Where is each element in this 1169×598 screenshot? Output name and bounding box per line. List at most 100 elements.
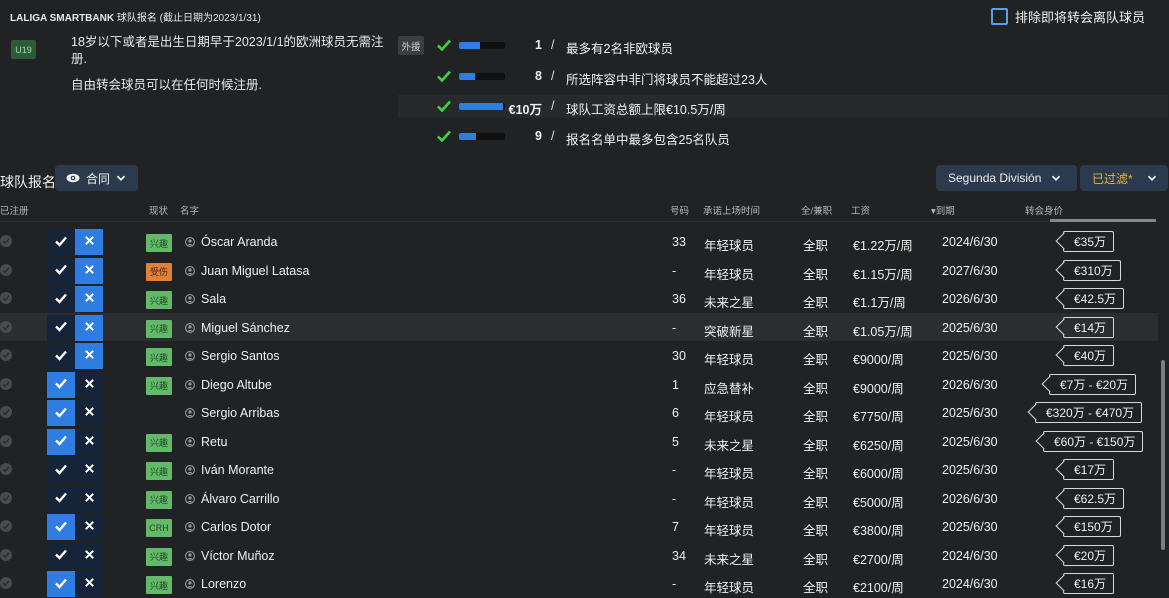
exclude-checkbox[interactable] bbox=[991, 7, 1008, 25]
register-button[interactable] bbox=[47, 314, 75, 341]
table-row[interactable]: 兴趣 Sergio Santos 30 年轻球员 全职 €9000/周 2025/6/30 €… bbox=[0, 341, 1158, 369]
column-header-expiry[interactable]: ▾到期 bbox=[931, 203, 955, 217]
table-row[interactable]: 兴趣 Lorenzo - 年轻球员 全职 €2100/周 2024/6/30 €16万 bbox=[0, 569, 1158, 597]
register-button[interactable] bbox=[47, 229, 75, 255]
table-row[interactable]: 兴趣 Retu 5 未来之星 全职 €6250/周 2025/6/30 €60万 - €150… bbox=[0, 427, 1158, 455]
register-button[interactable] bbox=[47, 457, 75, 483]
table-row[interactable]: Sergio Arribas 6 年轻球员 全职 €7750/周 2025/6/30 €32… bbox=[0, 398, 1158, 426]
table-row[interactable]: CRH Carlos Dotor 7 年轻球员 全职 €3800/周 2025/6/30 €1… bbox=[0, 512, 1158, 540]
close-icon bbox=[84, 349, 95, 363]
player-name[interactable]: Diego Altube bbox=[201, 378, 272, 392]
unregister-button[interactable] bbox=[75, 257, 103, 284]
status-badge[interactable]: 兴趣 bbox=[146, 348, 172, 366]
status-badge[interactable]: 兴趣 bbox=[146, 319, 172, 338]
register-button[interactable] bbox=[47, 571, 75, 597]
rule-value: 8 bbox=[535, 69, 542, 83]
column-header-value[interactable]: 转会身价 bbox=[1025, 203, 1063, 217]
status-badge[interactable]: 兴趣 bbox=[146, 291, 172, 309]
filter-dropdown[interactable]: 已过滤* bbox=[1080, 165, 1168, 191]
player-value: €42.5万 bbox=[1074, 292, 1117, 306]
register-button[interactable] bbox=[47, 428, 75, 455]
player-number: 1 bbox=[672, 377, 679, 392]
player-name[interactable]: Miguel Sánchez bbox=[201, 321, 290, 335]
column-header-registered[interactable]: 已注册 bbox=[0, 203, 29, 217]
registered-check-icon[interactable] bbox=[0, 463, 12, 475]
unregister-button[interactable] bbox=[75, 229, 103, 255]
league-filter-dropdown[interactable]: Segunda División bbox=[936, 165, 1077, 191]
registered-check-icon[interactable] bbox=[0, 520, 12, 532]
register-button[interactable] bbox=[47, 400, 75, 426]
registered-check-icon[interactable] bbox=[0, 377, 12, 390]
status-badge[interactable]: 兴趣 bbox=[146, 376, 172, 395]
column-header-role[interactable]: 承诺上场时间 bbox=[703, 203, 760, 217]
player-name[interactable]: Sergio Arribas bbox=[201, 406, 280, 420]
vertical-scrollbar[interactable] bbox=[1161, 360, 1165, 550]
player-name[interactable]: Lorenzo bbox=[201, 577, 246, 591]
table-row[interactable]: 兴趣 Víctor Muñoz 34 未来之星 全职 €2700/周 2024/6/30 €2… bbox=[0, 541, 1158, 569]
player-name[interactable]: Iván Morante bbox=[201, 463, 274, 477]
unregister-button[interactable] bbox=[75, 343, 103, 369]
column-header-wage[interactable]: 工资 bbox=[851, 203, 870, 217]
register-button[interactable] bbox=[47, 485, 75, 512]
column-header-number[interactable]: 号码 bbox=[670, 203, 689, 217]
unregister-button[interactable] bbox=[75, 286, 103, 312]
status-badge[interactable]: 兴趣 bbox=[146, 490, 172, 509]
register-button[interactable] bbox=[47, 371, 75, 398]
registered-check-icon[interactable] bbox=[0, 548, 12, 561]
registered-check-icon[interactable] bbox=[0, 491, 12, 504]
registered-check-icon[interactable] bbox=[0, 406, 12, 418]
registered-check-icon[interactable] bbox=[0, 292, 12, 304]
table-row[interactable]: 兴趣 Óscar Aranda 33 年轻球员 全职 €1.22万/周 2024/6/30 €… bbox=[0, 227, 1158, 255]
registered-check-icon[interactable] bbox=[0, 577, 12, 589]
status-badge[interactable]: 兴趣 bbox=[146, 234, 172, 252]
unregister-button[interactable] bbox=[75, 571, 103, 597]
player-name[interactable]: Sala bbox=[201, 292, 226, 306]
register-button[interactable] bbox=[47, 542, 75, 569]
unregister-button[interactable] bbox=[75, 514, 103, 540]
registered-check-icon[interactable] bbox=[0, 349, 12, 361]
registered-check-icon[interactable] bbox=[0, 320, 12, 333]
player-name[interactable]: Sergio Santos bbox=[201, 349, 280, 363]
horizontal-scroll-indicator[interactable] bbox=[1050, 219, 1156, 222]
player-name[interactable]: Carlos Dotor bbox=[201, 520, 271, 534]
status-badge[interactable]: 受伤 bbox=[146, 262, 172, 281]
table-row[interactable]: 兴趣 Miguel Sánchez - 突破新星 全职 €1.05万/周 2025/6/30… bbox=[0, 312, 1158, 341]
player-name[interactable]: Óscar Aranda bbox=[201, 235, 277, 249]
unregister-button[interactable] bbox=[75, 457, 103, 483]
player-wage: €1.05万/周 bbox=[853, 324, 913, 339]
status-badge[interactable]: CRH bbox=[146, 519, 172, 537]
status-badge[interactable]: 兴趣 bbox=[146, 433, 172, 452]
view-dropdown[interactable]: 合同 bbox=[55, 165, 138, 191]
table-row[interactable]: 兴趣 Álvaro Carrillo - 年轻球员 全职 €5000/周 2026/6/30… bbox=[0, 484, 1158, 512]
registered-check-icon[interactable] bbox=[0, 434, 12, 447]
player-role: 应急替补 bbox=[704, 381, 755, 396]
register-button[interactable] bbox=[47, 257, 75, 284]
player-name[interactable]: Juan Miguel Latasa bbox=[201, 264, 309, 278]
player-name[interactable]: Víctor Muñoz bbox=[201, 549, 275, 563]
unregister-button[interactable] bbox=[75, 314, 103, 341]
table-row[interactable]: 兴趣 Iván Morante - 年轻球员 全职 €6000/周 2025/6/30 €17… bbox=[0, 455, 1158, 483]
table-row[interactable]: 兴趣 Diego Altube 1 应急替补 全职 €9000/周 2026/6/30 €7万… bbox=[0, 370, 1158, 398]
player-name[interactable]: Álvaro Carrillo bbox=[201, 492, 280, 506]
column-header-name[interactable]: 名字 bbox=[180, 203, 199, 217]
player-name[interactable]: Retu bbox=[201, 435, 227, 449]
unregister-button[interactable] bbox=[75, 400, 103, 426]
unregister-button[interactable] bbox=[75, 542, 103, 569]
registered-check-icon[interactable] bbox=[0, 263, 12, 276]
register-button[interactable] bbox=[47, 514, 75, 540]
registered-check-icon[interactable] bbox=[0, 235, 12, 247]
rule-progress-fill bbox=[459, 73, 476, 80]
status-badge[interactable]: 兴趣 bbox=[146, 576, 172, 594]
unregister-button[interactable] bbox=[75, 485, 103, 512]
table-row[interactable]: 受伤 Juan Miguel Latasa - 年轻球员 全职 €1.15万/周 2027/… bbox=[0, 256, 1158, 284]
column-header-status[interactable]: 现状 bbox=[149, 203, 168, 217]
register-button[interactable] bbox=[47, 286, 75, 312]
unregister-button[interactable] bbox=[75, 371, 103, 398]
column-header-type[interactable]: 全/兼职 bbox=[801, 203, 832, 217]
unregister-button[interactable] bbox=[75, 428, 103, 455]
exclude-leaving-toggle[interactable]: 排除即将转会离队球员 bbox=[991, 6, 1145, 26]
status-badge[interactable]: 兴趣 bbox=[146, 462, 172, 480]
register-button[interactable] bbox=[47, 343, 75, 369]
table-row[interactable]: 兴趣 Sala 36 未来之星 全职 €1.1万/周 2026/6/30 €42.5万 bbox=[0, 284, 1158, 312]
status-badge[interactable]: 兴趣 bbox=[146, 547, 172, 566]
